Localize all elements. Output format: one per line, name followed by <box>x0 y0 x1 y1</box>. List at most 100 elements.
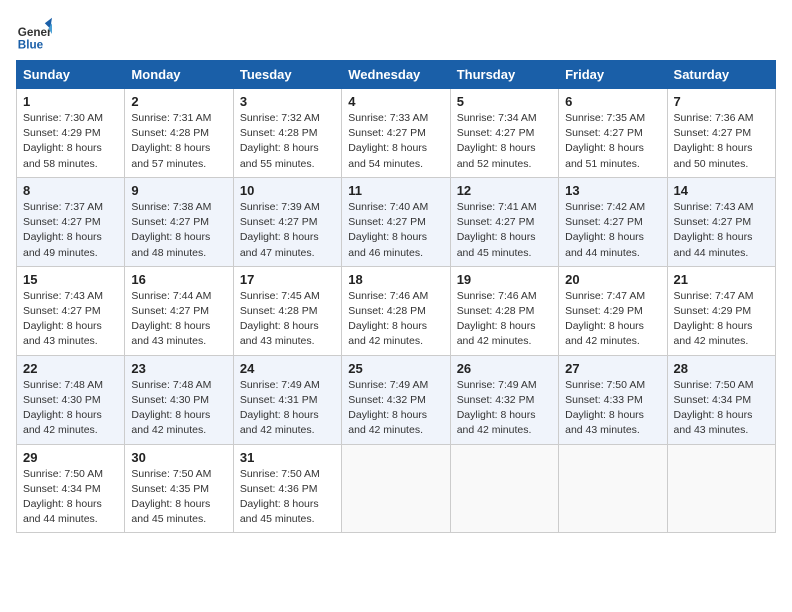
logo-icon: General Blue <box>16 16 52 52</box>
day-cell: 30 Sunrise: 7:50 AMSunset: 4:35 PMDaylig… <box>125 444 233 533</box>
day-cell <box>559 444 667 533</box>
day-number: 29 <box>23 450 118 465</box>
day-number: 2 <box>131 94 226 109</box>
day-number: 23 <box>131 361 226 376</box>
day-info: Sunrise: 7:48 AMSunset: 4:30 PMDaylight:… <box>131 378 226 439</box>
day-number: 13 <box>565 183 660 198</box>
day-number: 8 <box>23 183 118 198</box>
day-cell: 18 Sunrise: 7:46 AMSunset: 4:28 PMDaylig… <box>342 266 450 355</box>
day-cell: 26 Sunrise: 7:49 AMSunset: 4:32 PMDaylig… <box>450 355 558 444</box>
day-number: 1 <box>23 94 118 109</box>
day-info: Sunrise: 7:49 AMSunset: 4:32 PMDaylight:… <box>457 378 552 439</box>
day-info: Sunrise: 7:46 AMSunset: 4:28 PMDaylight:… <box>457 289 552 350</box>
day-info: Sunrise: 7:46 AMSunset: 4:28 PMDaylight:… <box>348 289 443 350</box>
day-number: 31 <box>240 450 335 465</box>
day-number: 27 <box>565 361 660 376</box>
col-header-tuesday: Tuesday <box>233 61 341 89</box>
day-cell: 23 Sunrise: 7:48 AMSunset: 4:30 PMDaylig… <box>125 355 233 444</box>
day-cell: 31 Sunrise: 7:50 AMSunset: 4:36 PMDaylig… <box>233 444 341 533</box>
day-number: 11 <box>348 183 443 198</box>
day-cell: 28 Sunrise: 7:50 AMSunset: 4:34 PMDaylig… <box>667 355 775 444</box>
day-number: 28 <box>674 361 769 376</box>
day-number: 12 <box>457 183 552 198</box>
day-cell: 7 Sunrise: 7:36 AMSunset: 4:27 PMDayligh… <box>667 89 775 178</box>
page-header: General Blue <box>16 16 776 52</box>
day-cell: 6 Sunrise: 7:35 AMSunset: 4:27 PMDayligh… <box>559 89 667 178</box>
day-info: Sunrise: 7:42 AMSunset: 4:27 PMDaylight:… <box>565 200 660 261</box>
day-cell: 1 Sunrise: 7:30 AMSunset: 4:29 PMDayligh… <box>17 89 125 178</box>
day-info: Sunrise: 7:44 AMSunset: 4:27 PMDaylight:… <box>131 289 226 350</box>
day-cell: 10 Sunrise: 7:39 AMSunset: 4:27 PMDaylig… <box>233 177 341 266</box>
day-info: Sunrise: 7:35 AMSunset: 4:27 PMDaylight:… <box>565 111 660 172</box>
day-info: Sunrise: 7:37 AMSunset: 4:27 PMDaylight:… <box>23 200 118 261</box>
day-number: 25 <box>348 361 443 376</box>
day-cell <box>342 444 450 533</box>
day-info: Sunrise: 7:40 AMSunset: 4:27 PMDaylight:… <box>348 200 443 261</box>
day-info: Sunrise: 7:34 AMSunset: 4:27 PMDaylight:… <box>457 111 552 172</box>
day-cell: 16 Sunrise: 7:44 AMSunset: 4:27 PMDaylig… <box>125 266 233 355</box>
day-cell: 20 Sunrise: 7:47 AMSunset: 4:29 PMDaylig… <box>559 266 667 355</box>
day-info: Sunrise: 7:31 AMSunset: 4:28 PMDaylight:… <box>131 111 226 172</box>
day-cell: 21 Sunrise: 7:47 AMSunset: 4:29 PMDaylig… <box>667 266 775 355</box>
day-number: 21 <box>674 272 769 287</box>
day-info: Sunrise: 7:30 AMSunset: 4:29 PMDaylight:… <box>23 111 118 172</box>
day-number: 18 <box>348 272 443 287</box>
logo: General Blue <box>16 16 56 52</box>
day-info: Sunrise: 7:39 AMSunset: 4:27 PMDaylight:… <box>240 200 335 261</box>
col-header-saturday: Saturday <box>667 61 775 89</box>
day-number: 16 <box>131 272 226 287</box>
day-cell: 29 Sunrise: 7:50 AMSunset: 4:34 PMDaylig… <box>17 444 125 533</box>
day-info: Sunrise: 7:49 AMSunset: 4:31 PMDaylight:… <box>240 378 335 439</box>
day-number: 6 <box>565 94 660 109</box>
day-cell: 25 Sunrise: 7:49 AMSunset: 4:32 PMDaylig… <box>342 355 450 444</box>
day-cell: 13 Sunrise: 7:42 AMSunset: 4:27 PMDaylig… <box>559 177 667 266</box>
day-cell: 3 Sunrise: 7:32 AMSunset: 4:28 PMDayligh… <box>233 89 341 178</box>
day-info: Sunrise: 7:50 AMSunset: 4:36 PMDaylight:… <box>240 467 335 528</box>
day-number: 3 <box>240 94 335 109</box>
day-cell <box>450 444 558 533</box>
day-info: Sunrise: 7:49 AMSunset: 4:32 PMDaylight:… <box>348 378 443 439</box>
day-number: 19 <box>457 272 552 287</box>
col-header-friday: Friday <box>559 61 667 89</box>
day-cell: 12 Sunrise: 7:41 AMSunset: 4:27 PMDaylig… <box>450 177 558 266</box>
day-cell: 2 Sunrise: 7:31 AMSunset: 4:28 PMDayligh… <box>125 89 233 178</box>
day-info: Sunrise: 7:43 AMSunset: 4:27 PMDaylight:… <box>674 200 769 261</box>
day-info: Sunrise: 7:33 AMSunset: 4:27 PMDaylight:… <box>348 111 443 172</box>
day-number: 7 <box>674 94 769 109</box>
day-cell <box>667 444 775 533</box>
svg-text:General: General <box>18 26 52 39</box>
week-row-3: 15 Sunrise: 7:43 AMSunset: 4:27 PMDaylig… <box>17 266 776 355</box>
week-row-5: 29 Sunrise: 7:50 AMSunset: 4:34 PMDaylig… <box>17 444 776 533</box>
day-number: 15 <box>23 272 118 287</box>
day-info: Sunrise: 7:50 AMSunset: 4:33 PMDaylight:… <box>565 378 660 439</box>
day-info: Sunrise: 7:38 AMSunset: 4:27 PMDaylight:… <box>131 200 226 261</box>
day-number: 24 <box>240 361 335 376</box>
day-number: 22 <box>23 361 118 376</box>
day-cell: 27 Sunrise: 7:50 AMSunset: 4:33 PMDaylig… <box>559 355 667 444</box>
day-info: Sunrise: 7:50 AMSunset: 4:35 PMDaylight:… <box>131 467 226 528</box>
day-info: Sunrise: 7:41 AMSunset: 4:27 PMDaylight:… <box>457 200 552 261</box>
day-cell: 4 Sunrise: 7:33 AMSunset: 4:27 PMDayligh… <box>342 89 450 178</box>
day-info: Sunrise: 7:50 AMSunset: 4:34 PMDaylight:… <box>23 467 118 528</box>
day-info: Sunrise: 7:47 AMSunset: 4:29 PMDaylight:… <box>565 289 660 350</box>
day-number: 9 <box>131 183 226 198</box>
day-number: 26 <box>457 361 552 376</box>
day-info: Sunrise: 7:43 AMSunset: 4:27 PMDaylight:… <box>23 289 118 350</box>
day-number: 14 <box>674 183 769 198</box>
day-cell: 24 Sunrise: 7:49 AMSunset: 4:31 PMDaylig… <box>233 355 341 444</box>
day-number: 17 <box>240 272 335 287</box>
day-number: 4 <box>348 94 443 109</box>
col-header-wednesday: Wednesday <box>342 61 450 89</box>
day-info: Sunrise: 7:45 AMSunset: 4:28 PMDaylight:… <box>240 289 335 350</box>
day-number: 20 <box>565 272 660 287</box>
day-number: 5 <box>457 94 552 109</box>
day-info: Sunrise: 7:47 AMSunset: 4:29 PMDaylight:… <box>674 289 769 350</box>
calendar-table: SundayMondayTuesdayWednesdayThursdayFrid… <box>16 60 776 533</box>
day-cell: 9 Sunrise: 7:38 AMSunset: 4:27 PMDayligh… <box>125 177 233 266</box>
col-header-sunday: Sunday <box>17 61 125 89</box>
day-cell: 17 Sunrise: 7:45 AMSunset: 4:28 PMDaylig… <box>233 266 341 355</box>
day-info: Sunrise: 7:48 AMSunset: 4:30 PMDaylight:… <box>23 378 118 439</box>
day-cell: 5 Sunrise: 7:34 AMSunset: 4:27 PMDayligh… <box>450 89 558 178</box>
day-cell: 15 Sunrise: 7:43 AMSunset: 4:27 PMDaylig… <box>17 266 125 355</box>
week-row-4: 22 Sunrise: 7:48 AMSunset: 4:30 PMDaylig… <box>17 355 776 444</box>
